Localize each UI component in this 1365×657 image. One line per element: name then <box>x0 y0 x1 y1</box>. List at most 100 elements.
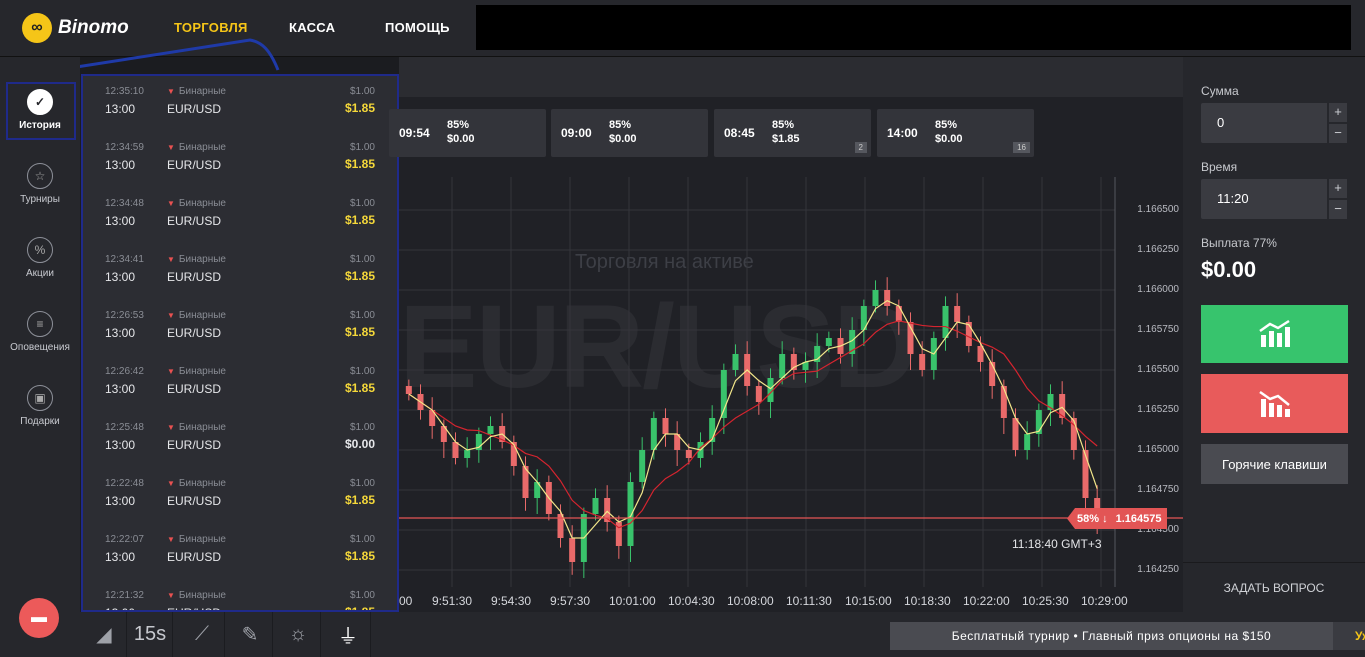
history-stake: $1.00 <box>349 366 375 377</box>
chat-button[interactable]: ▬ <box>19 598 59 638</box>
candle-body <box>755 386 762 402</box>
open-deal-card[interactable]: 14:00 85% $0.00 16 <box>877 109 1034 157</box>
x-axis-tick-label: 10:22:00 <box>963 594 1010 608</box>
drawing-tools-icon[interactable]: ✎ <box>228 612 273 657</box>
nav-help[interactable]: ПОМОЩЬ <box>385 20 450 35</box>
history-row[interactable]: 12:22:07 13:00 ▼ Бинарные EUR/USD $1.00 $1.85 <box>83 524 397 580</box>
direction-down-icon: ▼ <box>167 87 175 96</box>
history-expiry: 13:00 <box>105 494 136 508</box>
x-axis-tick-label: 9:51:30 <box>432 594 473 608</box>
history-open-time: 12:22:48 <box>105 478 144 489</box>
y-axis-tick-label: 1.166250 <box>1137 244 1179 255</box>
chart-area: EUR/USD Торговля на активе 09:54 85% $0.00… <box>389 57 1183 612</box>
deal-amount: $0.00 <box>447 133 475 145</box>
plug-icon[interactable]: ⏚ <box>326 612 371 657</box>
deal-time: 14:00 <box>887 126 918 140</box>
sidebar-item-gifts[interactable]: ▣ Подарки <box>0 385 80 427</box>
history-row[interactable]: 12:34:48 13:00 ▼ Бинарные EUR/USD $1.00 $1.85 <box>83 188 397 244</box>
history-open-time: 12:21:32 <box>105 590 144 601</box>
tournament-status: Уже идет <box>1332 622 1365 650</box>
history-type-label: Бинарные <box>178 534 226 545</box>
y-axis-tick-label: 1.165250 <box>1137 404 1179 415</box>
sum-input[interactable]: 0 <box>1201 103 1327 143</box>
ask-question-button[interactable]: ЗАДАТЬ ВОПРОС <box>1183 562 1365 612</box>
history-pair: EUR/USD <box>167 438 222 452</box>
direction-down-icon: ▼ <box>167 479 175 488</box>
time-input[interactable]: 11:20 <box>1201 179 1327 219</box>
put-down-button[interactable] <box>1201 374 1348 433</box>
history-expiry: 13:00 <box>105 550 136 564</box>
price-tag-percent: 58% ↓ <box>1077 512 1108 525</box>
history-type: ▼ Бинарные <box>167 590 226 601</box>
history-row[interactable]: 12:34:41 13:00 ▼ Бинарные EUR/USD $1.00 $1.85 <box>83 244 397 300</box>
history-pair: EUR/USD <box>167 550 222 564</box>
sidebar-item-promotions[interactable]: % Акции <box>0 237 80 279</box>
server-clock: 11:18:40 GMT+3 <box>1012 537 1102 551</box>
history-row[interactable]: 12:25:48 13:00 ▼ Бинарные EUR/USD $1.00 $0.00 <box>83 412 397 468</box>
history-row[interactable]: 12:34:59 13:00 ▼ Бинарные EUR/USD $1.00 $1.85 <box>83 132 397 188</box>
theme-sun-icon[interactable]: ☼ <box>276 612 321 657</box>
history-pair: EUR/USD <box>167 214 222 228</box>
direction-down-icon: ▼ <box>167 143 175 152</box>
candle-body <box>884 290 891 306</box>
redacted-area <box>476 5 1351 50</box>
deal-amount: $0.00 <box>935 133 963 145</box>
history-open-time: 12:35:10 <box>105 86 144 97</box>
sum-label: Сумма <box>1201 84 1239 98</box>
payout-value: $0.00 <box>1201 257 1257 282</box>
sidebar-item-label: Оповещения <box>10 342 70 353</box>
sum-decrease-button[interactable]: − <box>1329 124 1347 143</box>
history-type-label: Бинарные <box>178 310 226 321</box>
history-row[interactable]: 12:26:42 13:00 ▼ Бинарные EUR/USD $1.00 $1.85 <box>83 356 397 412</box>
candle-body <box>1012 418 1019 450</box>
x-axis-tick-label: 10:08:00 <box>727 594 774 608</box>
history-stake: $1.00 <box>349 534 375 545</box>
candle-body <box>919 354 926 370</box>
open-deal-card[interactable]: 08:45 85% $1.85 2 <box>714 109 871 157</box>
history-open-time: 12:34:59 <box>105 142 144 153</box>
trade-panel: Сумма 0 + − Время 11:20 + − Выплата 77% … <box>1183 57 1365 612</box>
history-type-label: Бинарные <box>178 198 226 209</box>
time-decrease-button[interactable]: − <box>1329 200 1347 219</box>
call-up-button[interactable] <box>1201 305 1348 363</box>
history-pair: EUR/USD <box>167 158 222 172</box>
history-row[interactable]: 12:35:10 13:00 ▼ Бинарные EUR/USD $1.00 $1.85 <box>83 76 397 132</box>
tournament-banner[interactable]: Бесплатный турнир • Главный приз опционы… <box>890 622 1365 650</box>
y-axis-tick-label: 1.164750 <box>1137 484 1179 495</box>
open-deal-card[interactable]: 09:00 85% $0.00 <box>551 109 708 157</box>
bell-icon: ≡ <box>27 311 53 337</box>
history-row[interactable]: 12:21:3213:00▼БинарныеEUR/USD$1.00$1.85 <box>83 580 397 610</box>
candle-body <box>825 338 832 346</box>
history-type: ▼ Бинарные <box>167 86 226 97</box>
indicators-icon[interactable]: ⟋ <box>180 612 225 657</box>
time-increase-button[interactable]: + <box>1329 179 1347 198</box>
history-payout: $1.85 <box>344 549 375 563</box>
chart-up-icon <box>1258 319 1290 347</box>
y-axis-tick-label: 1.165500 <box>1137 364 1179 375</box>
history-row[interactable]: 12:26:53 13:00 ▼ Бинарные EUR/USD $1.00 $1.85 <box>83 300 397 356</box>
candle-body <box>942 306 949 338</box>
bottom-toolbar: ◢ 15s ⟋ ✎ ☼ ⏚ Бесплатный турнир • Главны… <box>80 612 1365 657</box>
direction-down-icon: ▼ <box>167 423 175 432</box>
history-type-label: Бинарные <box>178 254 226 265</box>
open-deal-card[interactable]: 09:54 85% $0.00 <box>389 109 546 157</box>
x-axis-tick-label: 00 <box>399 594 413 608</box>
sum-increase-button[interactable]: + <box>1329 103 1347 122</box>
deal-percent: 85% <box>447 119 470 131</box>
chart-type-icon[interactable]: ◢ <box>82 612 127 657</box>
direction-down-icon: ▼ <box>167 199 175 208</box>
history-payout: $1.85 <box>344 213 375 227</box>
history-open-time: 12:34:48 <box>105 198 144 209</box>
history-payout: $0.00 <box>344 437 375 451</box>
timeframe-button[interactable]: 15s <box>128 612 173 657</box>
percent-icon: % <box>27 237 53 263</box>
deal-count-badge: 16 <box>1013 142 1030 153</box>
sidebar-item-tournaments[interactable]: ☆ Турниры <box>0 163 80 205</box>
candle-body <box>732 354 739 370</box>
direction-down-icon: ▼ <box>167 367 175 376</box>
history-row[interactable]: 12:22:48 13:00 ▼ Бинарные EUR/USD $1.00 $1.85 <box>83 468 397 524</box>
sidebar-item-label: Турниры <box>20 194 60 205</box>
hotkeys-button[interactable]: Горячие клавиши <box>1201 444 1348 484</box>
sidebar-item-notifications[interactable]: ≡ Оповещения <box>0 311 80 353</box>
deal-amount: $0.00 <box>609 133 637 145</box>
